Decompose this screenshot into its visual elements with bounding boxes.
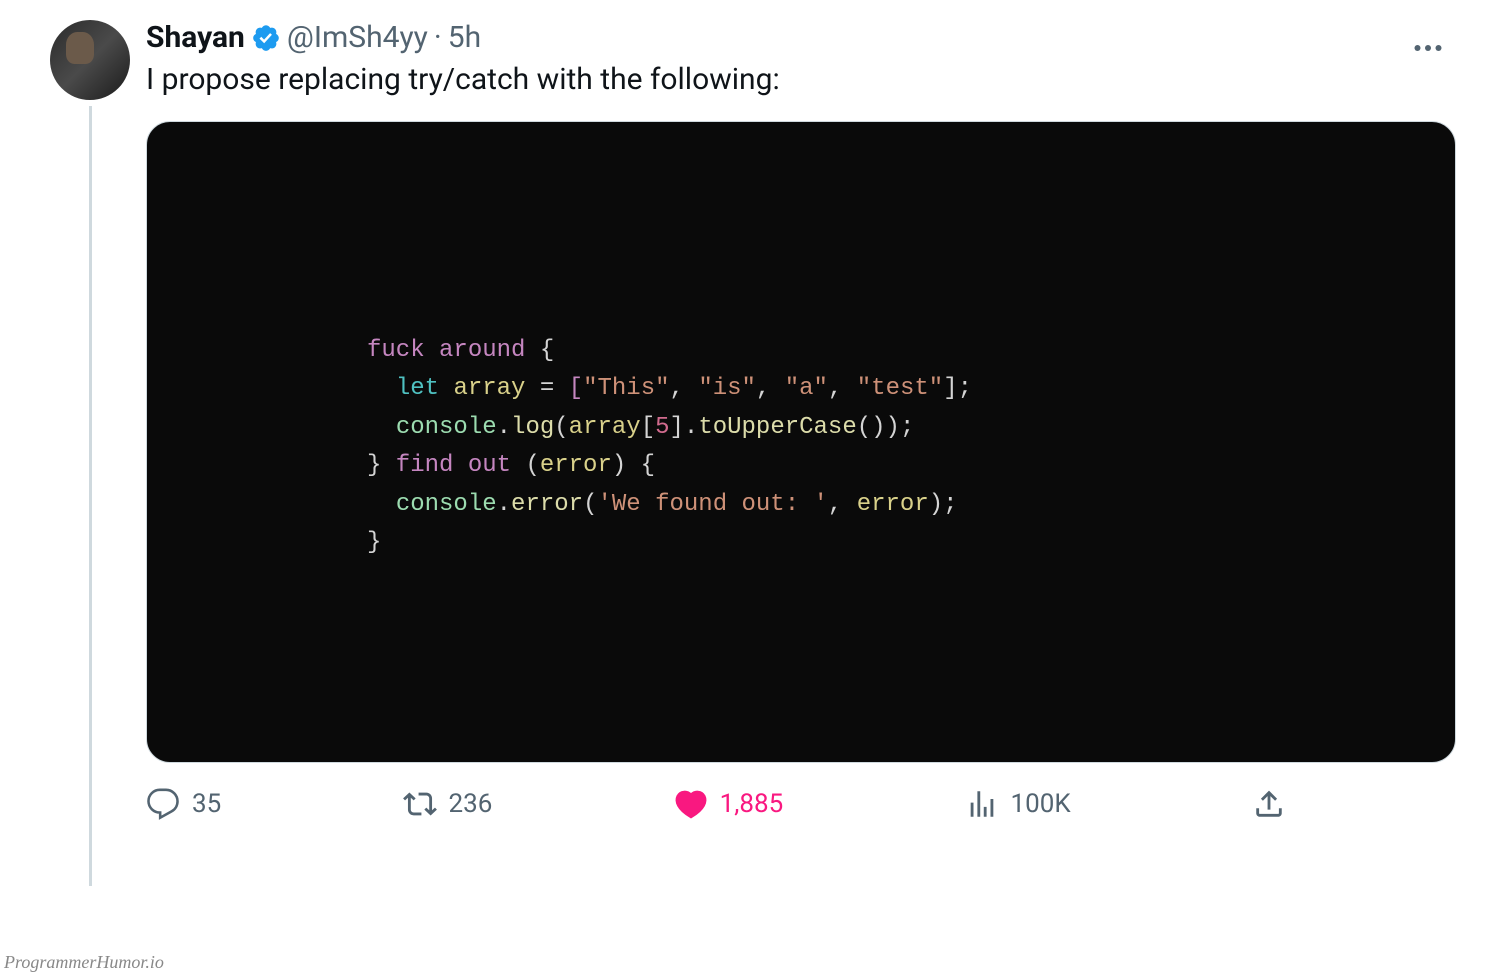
code-token: ) { bbox=[612, 452, 655, 479]
tweet-content: Shayan @ImSh4yy · 5h I propose replacing… bbox=[146, 20, 1456, 886]
tweet-header: Shayan @ImSh4yy · 5h bbox=[146, 20, 1456, 55]
thread-line bbox=[89, 106, 92, 886]
retweet-count: 236 bbox=[449, 789, 493, 819]
share-icon bbox=[1252, 787, 1286, 821]
code-token: [ bbox=[641, 414, 655, 441]
code-token: error bbox=[857, 491, 929, 518]
code-token: } bbox=[367, 452, 381, 479]
reply-icon bbox=[146, 787, 180, 821]
code-token: array bbox=[453, 375, 525, 402]
reply-button[interactable]: 35 bbox=[146, 787, 221, 821]
reply-count: 35 bbox=[192, 789, 221, 819]
views-button[interactable]: 100K bbox=[965, 787, 1071, 821]
retweet-icon bbox=[403, 787, 437, 821]
code-token: , bbox=[828, 491, 857, 518]
code-token: toUpperCase bbox=[698, 414, 856, 441]
code-token: error bbox=[540, 452, 612, 479]
tweet: Shayan @ImSh4yy · 5h I propose replacing… bbox=[0, 0, 1496, 906]
timestamp[interactable]: 5h bbox=[448, 20, 481, 55]
code-token bbox=[367, 491, 396, 518]
tweet-text: I propose replacing try/catch with the f… bbox=[146, 59, 1456, 101]
code-token: "is" bbox=[698, 375, 756, 402]
code-token: ); bbox=[929, 491, 958, 518]
like-count: 1,885 bbox=[720, 789, 784, 819]
code-token: "a" bbox=[785, 375, 828, 402]
views-icon bbox=[965, 787, 999, 821]
more-options-button[interactable] bbox=[1410, 30, 1446, 70]
avatar-column bbox=[50, 20, 130, 886]
code-token: , bbox=[756, 375, 785, 402]
code-token: ] bbox=[670, 414, 684, 441]
code-token: "This" bbox=[583, 375, 669, 402]
code-token: . bbox=[497, 491, 511, 518]
display-name[interactable]: Shayan bbox=[146, 20, 245, 55]
code-token: let bbox=[396, 375, 439, 402]
heart-icon bbox=[674, 787, 708, 821]
code-token bbox=[367, 375, 396, 402]
code-token: { bbox=[525, 337, 554, 364]
verified-badge-icon bbox=[251, 23, 281, 53]
code-token: ( bbox=[554, 414, 568, 441]
separator-dot: · bbox=[434, 20, 442, 55]
code-block: fuck around { let array = ["This", "is",… bbox=[367, 332, 1395, 562]
code-token: 'We found out: ' bbox=[597, 491, 827, 518]
code-token: ]; bbox=[943, 375, 972, 402]
code-token: ( bbox=[583, 491, 597, 518]
code-token bbox=[367, 414, 396, 441]
code-token: . bbox=[684, 414, 698, 441]
code-token: , bbox=[670, 375, 699, 402]
code-token: ( bbox=[525, 452, 539, 479]
code-token: console bbox=[396, 491, 497, 518]
code-token: = bbox=[525, 375, 568, 402]
code-token: [ bbox=[569, 375, 583, 402]
like-button[interactable]: 1,885 bbox=[674, 787, 784, 821]
retweet-button[interactable]: 236 bbox=[403, 787, 493, 821]
code-token: array bbox=[569, 414, 641, 441]
handle[interactable]: @ImSh4yy bbox=[287, 20, 428, 55]
code-token: log bbox=[511, 414, 554, 441]
code-image[interactable]: fuck around { let array = ["This", "is",… bbox=[146, 121, 1456, 763]
code-token: find out bbox=[381, 452, 525, 479]
code-token: "test" bbox=[857, 375, 943, 402]
code-token: 5 bbox=[655, 414, 669, 441]
actions-bar: 35 236 1,885 100K bbox=[146, 787, 1326, 821]
code-token: } bbox=[367, 529, 381, 556]
code-token: ()); bbox=[857, 414, 915, 441]
code-token: fuck around bbox=[367, 337, 525, 364]
watermark: ProgrammerHumor.io bbox=[4, 952, 164, 973]
share-button[interactable] bbox=[1252, 787, 1286, 821]
view-count: 100K bbox=[1011, 789, 1071, 819]
code-token bbox=[439, 375, 453, 402]
code-token: , bbox=[828, 375, 857, 402]
code-token: . bbox=[497, 414, 511, 441]
avatar[interactable] bbox=[50, 20, 130, 100]
code-token: console bbox=[396, 414, 497, 441]
code-token: error bbox=[511, 491, 583, 518]
